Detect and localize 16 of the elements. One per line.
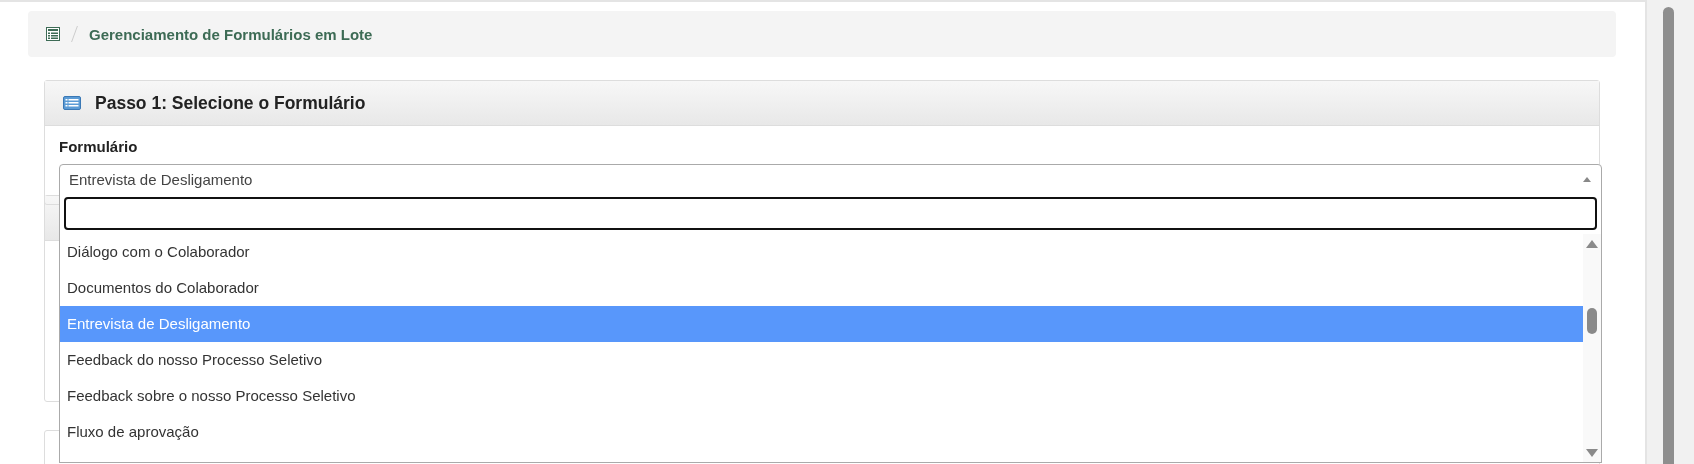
breadcrumb-current: Gerenciamento de Formulários em Lote: [89, 25, 373, 43]
scrollbar-thumb[interactable]: [1663, 7, 1674, 464]
caret-icon: [1583, 176, 1591, 182]
form-select[interactable]: Entrevista de Desligamento: [59, 164, 1602, 194]
dropdown-option[interactable]: Feedback do nosso Processo Seletivo: [60, 342, 1583, 378]
scroll-down-icon[interactable]: [1586, 449, 1598, 457]
dropdown-option[interactable]: Diálogo com o Colaborador: [60, 234, 1583, 270]
dropdown-option[interactable]: Fluxo de aprovação: [60, 414, 1583, 450]
list-icon: [63, 96, 81, 110]
dropdown-option[interactable]: Feedback sobre o nosso Processo Seletivo: [60, 378, 1583, 414]
dropdown-option[interactable]: Documentos do Colaborador: [60, 270, 1583, 306]
search-field[interactable]: [64, 197, 1597, 230]
scrollbar-thumb[interactable]: [1587, 308, 1597, 334]
card-title: Passo 1: Selecione o Formulário: [95, 92, 366, 114]
field-label: Formulário: [59, 138, 139, 155]
list-icon: [46, 27, 60, 41]
